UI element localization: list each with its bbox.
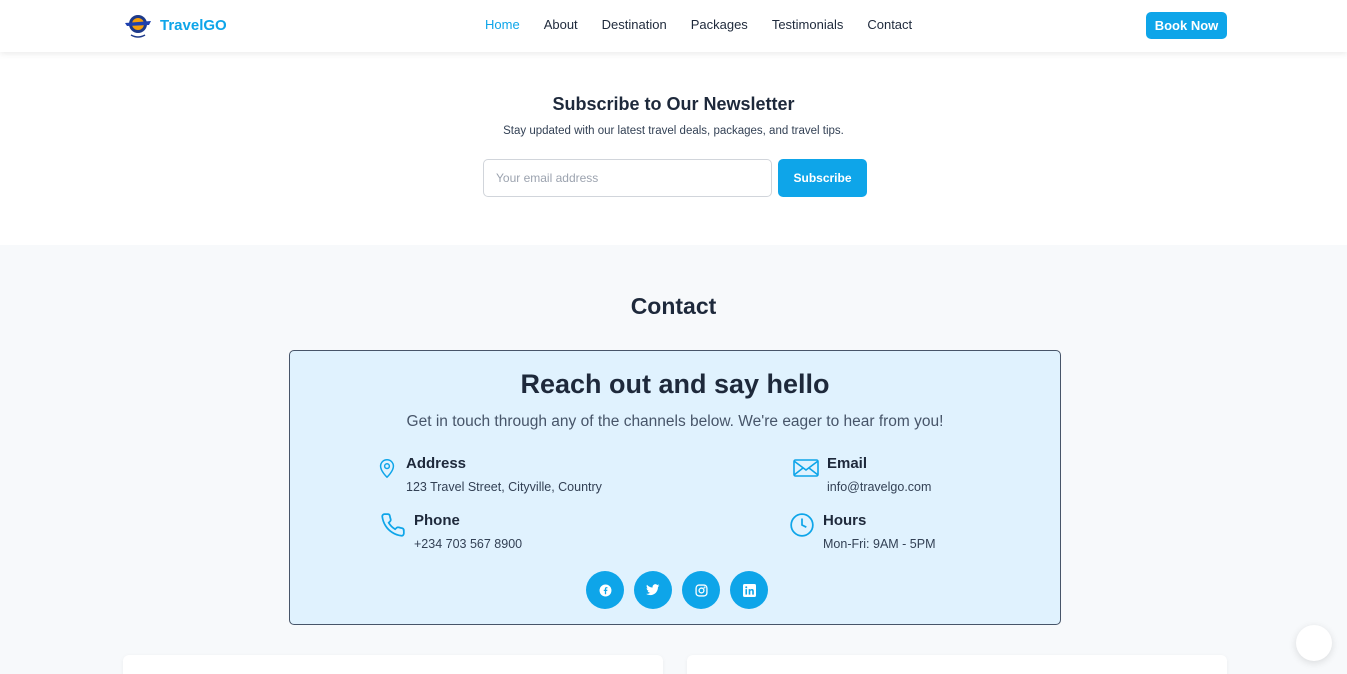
phone-icon	[381, 513, 405, 537]
clock-icon	[790, 513, 814, 537]
newsletter-subtitle: Stay updated with our latest travel deal…	[503, 125, 844, 137]
nav-item-testimonials[interactable]: Testimonials	[772, 17, 844, 32]
brand-name: TravelGO	[160, 16, 227, 34]
linkedin-icon	[742, 583, 756, 597]
newsletter-title: Subscribe to Our Newsletter	[552, 94, 795, 114]
site-header: TravelGO Home About Destination Packages…	[0, 0, 1347, 52]
nav-item-contact[interactable]: Contact	[867, 17, 912, 32]
email-label: Email	[827, 455, 868, 472]
bottom-card-right	[687, 655, 1227, 674]
brand-logo[interactable]: TravelGO	[122, 9, 227, 41]
address-label: Address	[406, 455, 467, 472]
subscribe-button[interactable]: Subscribe	[778, 159, 867, 197]
twitter-link[interactable]	[634, 571, 672, 609]
hours-value: Mon-Fri: 9AM - 5PM	[823, 537, 936, 551]
instagram-link[interactable]	[682, 571, 720, 609]
nav-item-home[interactable]: Home	[485, 17, 520, 32]
contact-heading: Contact	[630, 293, 717, 319]
hours-label: Hours	[823, 512, 867, 529]
phone-label: Phone	[414, 512, 460, 529]
book-now-button[interactable]: Book Now	[1146, 12, 1227, 39]
main-nav: Home About Destination Packages Testimon…	[485, 17, 912, 32]
contact-card-title: Reach out and say hello	[520, 369, 830, 399]
facebook-icon	[599, 584, 611, 596]
address-value: 123 Travel Street, Cityville, Country	[406, 480, 602, 494]
contact-phone: Phone +234 703 567 8900	[380, 512, 522, 551]
envelope-icon	[793, 459, 819, 477]
linkedin-link[interactable]	[730, 571, 768, 609]
email-input[interactable]	[483, 159, 772, 197]
contact-address: Address 123 Travel Street, Cityville, Co…	[376, 455, 602, 494]
logo-icon	[125, 15, 151, 38]
nav-item-destination[interactable]: Destination	[602, 17, 667, 32]
phone-value[interactable]: +234 703 567 8900	[414, 537, 522, 551]
contact-section: Contact Reach out and say hello Get in t…	[0, 245, 1347, 674]
contact-card: Reach out and say hello Get in touch thr…	[289, 350, 1061, 625]
nav-item-packages[interactable]: Packages	[691, 17, 748, 32]
contact-email: Email info@travelgo.com	[793, 455, 931, 494]
contact-hours: Hours Mon-Fri: 9AM - 5PM	[789, 512, 936, 551]
nav-item-about[interactable]: About	[544, 17, 578, 32]
email-value[interactable]: info@travelgo.com	[827, 480, 931, 494]
map-pin-icon	[379, 459, 395, 479]
twitter-icon	[646, 584, 660, 596]
contact-card-subtitle: Get in touch through any of the channels…	[406, 413, 944, 430]
instagram-icon	[694, 583, 708, 597]
scroll-top-button[interactable]	[1296, 625, 1332, 661]
bottom-card-left	[123, 655, 663, 674]
social-links	[586, 571, 768, 609]
facebook-link[interactable]	[586, 571, 624, 609]
newsletter-section: Subscribe to Our Newsletter Stay updated…	[0, 52, 1347, 245]
